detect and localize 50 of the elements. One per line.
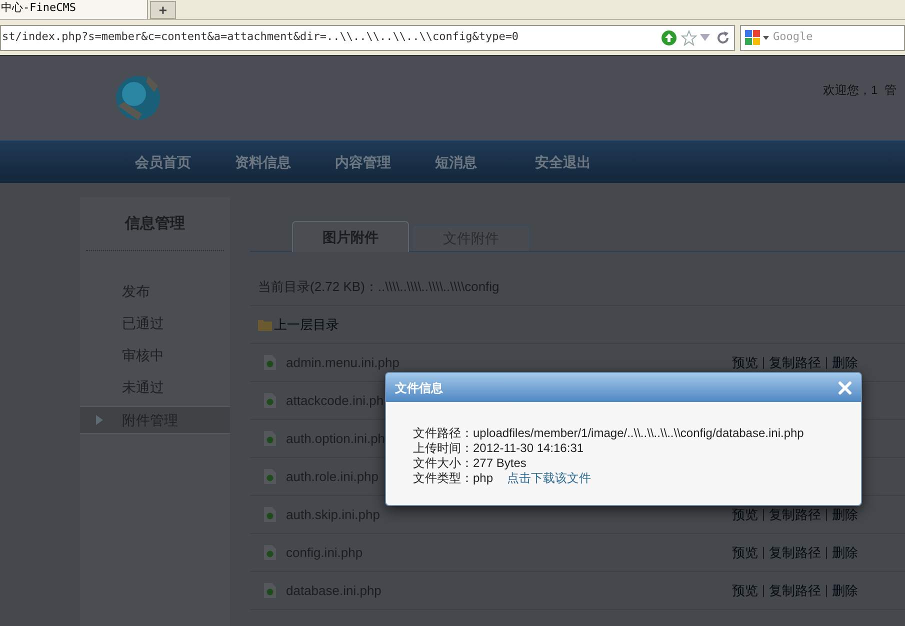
dropdown-icon[interactable] <box>700 34 710 42</box>
browser-tab[interactable]: 中心-FineCMS <box>0 0 148 19</box>
go-icon[interactable] <box>661 30 677 46</box>
search-engine-icon[interactable] <box>744 28 770 46</box>
dialog-title: 文件信息 <box>395 380 443 396</box>
nav-link[interactable]: 会员首页 <box>135 152 193 172</box>
file-icon <box>264 431 276 446</box>
folder-icon <box>258 318 272 330</box>
action-link[interactable]: 预览 <box>732 580 758 600</box>
field-label: 文件路径： <box>413 424 473 442</box>
action-link[interactable]: 删除 <box>832 580 858 600</box>
action-link[interactable]: 预览 <box>732 504 758 524</box>
action-link[interactable]: 复制路径 <box>769 504 821 524</box>
star-icon[interactable] <box>681 30 697 46</box>
file-icon <box>264 583 276 598</box>
download-link[interactable]: 点击下载该文件 <box>507 468 592 486</box>
new-tab-button[interactable]: + <box>150 1 176 19</box>
action-link[interactable]: 预览 <box>732 542 758 562</box>
action-link[interactable]: 删除 <box>832 352 858 372</box>
nav-link[interactable]: 短消息 <box>435 152 493 172</box>
action-link[interactable]: 预览 <box>732 352 758 372</box>
action-link[interactable]: 删除 <box>832 542 858 562</box>
search-input[interactable]: Google <box>773 29 901 46</box>
field-value: php <box>473 470 494 486</box>
file-icon <box>264 545 276 560</box>
action-link[interactable]: 复制路径 <box>769 352 821 372</box>
close-icon[interactable] <box>838 380 852 394</box>
reload-icon[interactable] <box>716 30 730 44</box>
field-value: 2012-11-30 14:16:31 <box>473 440 584 456</box>
address-bar[interactable]: st/index.php?s=member&c=content&a=attachment&dir=..\\..\\..\\..\\config&type=0 <box>0 24 735 50</box>
nav-link[interactable]: 安全退出 <box>535 152 593 172</box>
nav-link[interactable]: 内容管理 <box>335 152 393 172</box>
field-value: 277 Bytes <box>473 454 526 472</box>
field-label: 文件类型： <box>413 470 473 486</box>
parent-directory-link[interactable]: 上一层目录 <box>274 314 339 334</box>
file-icon <box>264 355 276 370</box>
field-value: uploadfiles/member/1/image/..\\..\\..\\..\\config/database.ini.php <box>473 424 804 442</box>
action-link[interactable]: 复制路径 <box>769 542 821 562</box>
arrow-icon <box>96 415 103 425</box>
action-link[interactable]: 删除 <box>832 504 858 524</box>
field-label: 上传时间： <box>413 440 473 456</box>
url-text: st/index.php?s=member&c=content&a=attachment&dir=..\\..\\..\\..\\config&type=0 <box>1 29 520 46</box>
welcome-text: 欢迎您，1 管 <box>823 82 896 99</box>
action-link[interactable]: 复制路径 <box>769 580 821 600</box>
file-icon <box>264 469 276 484</box>
search-field[interactable]: Google <box>740 24 905 50</box>
file-icon <box>264 507 276 522</box>
file-icon <box>264 393 276 408</box>
field-label: 文件大小： <box>413 454 473 472</box>
nav-link[interactable]: 资料信息 <box>235 152 293 172</box>
